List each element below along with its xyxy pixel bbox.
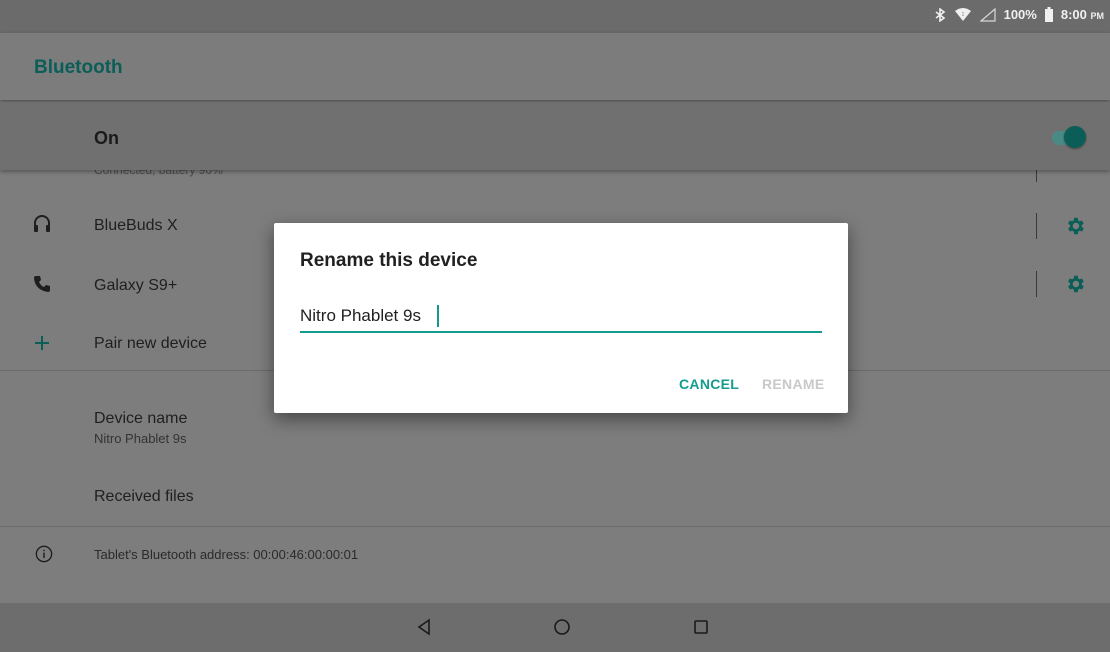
headphones-icon [34,215,50,232]
signal-icon [979,7,996,22]
bluetooth-address-row: Tablet's Bluetooth address: 00:00:46:00:… [0,527,1110,587]
received-files-row[interactable]: Received files [0,468,1110,526]
divider [1036,213,1037,239]
divider [1036,170,1037,182]
device-name-title: Device name [94,410,188,427]
home-icon[interactable] [552,617,572,637]
back-icon[interactable] [415,617,435,637]
device-name-label: Galaxy S9+ [94,277,178,294]
dialog-title: Rename this device [300,250,478,271]
divider [1036,271,1037,297]
navigation-bar [0,603,1110,652]
wifi-icon: ↕ [954,7,971,21]
page-title: Bluetooth [34,57,123,78]
toggle-thumb[interactable] [1064,126,1086,148]
gear-icon[interactable] [1064,215,1086,237]
pair-new-device-label: Pair new device [94,335,207,352]
plus-icon [35,336,49,350]
recents-icon[interactable] [691,617,711,637]
info-icon [35,545,53,563]
bluetooth-icon [935,7,945,22]
device-name-input[interactable] [300,303,822,333]
bluetooth-master-switch-row[interactable]: On [0,102,1110,170]
app-bar: Bluetooth [0,33,1110,100]
clock-ampm: PM [1090,11,1105,21]
device-name-value: Nitro Phablet 9s [94,431,187,446]
status-bar: ↕ 100% 8:00 PM [0,0,1110,33]
clock: 8:00 PM [1061,7,1104,22]
svg-text:↕: ↕ [961,11,965,18]
received-files-label: Received files [94,488,194,505]
text-cursor [437,305,439,327]
rename-device-dialog: Rename this device CANCEL RENAME [274,223,848,413]
device-name-label: BlueBuds X [94,217,178,234]
battery-percent: 100% [1003,7,1037,22]
master-switch-label: On [94,128,119,148]
rename-button[interactable]: RENAME [762,376,824,392]
bluetooth-address-text: Tablet's Bluetooth address: 00:00:46:00:… [94,547,359,562]
cancel-button[interactable]: CANCEL [679,376,739,392]
phone-icon [34,276,50,292]
status-icons: ↕ 100% 8:00 PM [934,7,1104,22]
gear-icon[interactable] [1064,273,1086,295]
battery-icon [1044,7,1053,22]
clock-time: 8:00 [1060,7,1087,22]
partial-device-status: Connected, battery 90% [94,170,223,177]
